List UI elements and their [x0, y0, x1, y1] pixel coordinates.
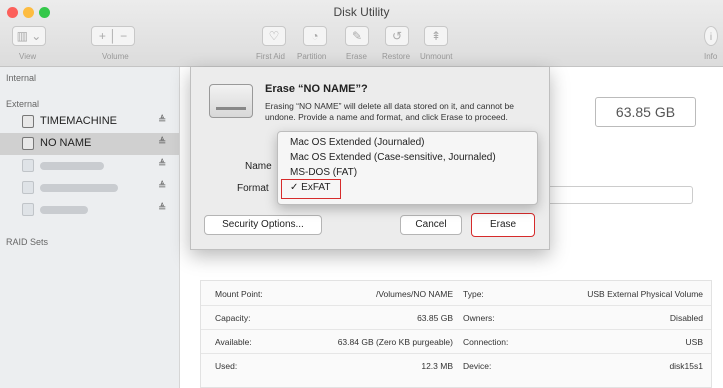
name-label: Name — [245, 161, 272, 172]
sidebar-header-external: External — [6, 99, 40, 109]
table-row: Used: 12.3 MB Device: disk15s1 — [201, 353, 711, 377]
table-row: Mount Point: /Volumes/NO NAME Type: USB … — [201, 281, 711, 306]
restore-icon: ↺ — [391, 29, 403, 43]
info-key: Available: — [215, 337, 252, 347]
erase-toolbar-button[interactable]: ✎ — [345, 26, 369, 46]
info-value: 63.85 GB — [417, 313, 453, 323]
view-button[interactable]: ▥ ⌄ — [12, 26, 46, 46]
blurred-label — [40, 184, 118, 192]
external-disk-icon — [22, 203, 34, 216]
table-row: Available: 63.84 GB (Zero KB purgeable) … — [201, 329, 711, 354]
first-aid-label: First Aid — [256, 52, 285, 61]
table-row: Capacity: 63.85 GB Owners: Disabled — [201, 305, 711, 330]
sidebar-item-blurred[interactable]: ≜ — [0, 155, 179, 177]
eject-icon[interactable]: ≜ — [158, 203, 166, 214]
background-field — [545, 186, 693, 204]
info-label: Info — [704, 52, 718, 61]
info-value: /Volumes/NO NAME — [376, 289, 453, 299]
info-key: Capacity: — [215, 313, 251, 323]
first-aid-button[interactable]: ♡ — [262, 26, 286, 46]
info-key: Type: — [463, 289, 484, 299]
restore-button[interactable]: ↺ — [385, 26, 409, 46]
eject-icon[interactable]: ≜ — [158, 137, 166, 148]
eject-icon[interactable]: ≜ — [158, 115, 166, 126]
external-disk-icon — [22, 137, 34, 150]
eject-icon[interactable]: ≜ — [158, 159, 166, 170]
window-title: Disk Utility — [333, 5, 390, 19]
info-key: Device: — [463, 361, 492, 371]
external-disk-icon — [22, 181, 34, 194]
sidebar-item-blurred[interactable]: ≜ — [0, 199, 179, 221]
partition-label: Partition — [297, 52, 327, 61]
volume-button[interactable]: + │ − — [91, 26, 135, 46]
sidebar-header-internal: Internal — [6, 73, 37, 83]
sidebar-view-icon: ▥ ⌄ — [16, 29, 42, 43]
cancel-button[interactable]: Cancel — [400, 215, 462, 235]
dialog-message: Erasing “NO NAME” will delete all data s… — [265, 101, 514, 122]
partition-icon: ◔ — [311, 29, 319, 43]
format-option-hfs-journaled[interactable]: Mac OS Extended (Journaled) — [290, 137, 425, 148]
unmount-icon: ⇞ — [430, 29, 442, 43]
info-value: 12.3 MB — [421, 361, 453, 371]
volume-label: Volume — [102, 52, 129, 61]
view-label: View — [19, 52, 37, 61]
unmount-label: Unmount — [420, 52, 453, 61]
blurred-label — [40, 162, 104, 170]
info-table: Mount Point: /Volumes/NO NAME Type: USB … — [200, 280, 712, 388]
disk-icon-slot — [216, 107, 246, 110]
window-toolbar: Disk Utility ▥ ⌄ View + │ − Volume ♡ Fir… — [0, 0, 723, 67]
info-key: Used: — [215, 361, 238, 371]
sidebar-item-label: TIMEMACHINE — [40, 115, 117, 127]
info-value: USB External Physical Volume — [587, 289, 703, 299]
capacity-display: 63.85 GB — [595, 97, 696, 127]
unmount-button[interactable]: ⇞ — [424, 26, 448, 46]
sidebar-item-no-name[interactable]: NO NAME ≜ — [0, 133, 179, 155]
sidebar-header-raid: RAID Sets — [6, 237, 49, 247]
restore-label: Restore — [382, 52, 411, 61]
info-button[interactable]: i — [704, 26, 718, 46]
info-icon: i — [709, 32, 713, 43]
sidebar-item-timemachine[interactable]: TIMEMACHINE ≜ — [0, 111, 179, 133]
partition-button[interactable]: ◔ — [303, 26, 327, 46]
info-key: Owners: — [463, 313, 495, 323]
info-value: USB — [685, 337, 703, 347]
security-options-button[interactable]: Security Options... — [204, 215, 322, 235]
sidebar: Internal External TIMEMACHINE ≜ NO NAME … — [0, 67, 180, 388]
blurred-label — [40, 206, 88, 214]
format-label: Format — [237, 183, 269, 194]
eject-icon[interactable]: ≜ — [158, 181, 166, 192]
erase-icon: ✎ — [351, 29, 363, 43]
dialog-title: Erase “NO NAME”? — [265, 83, 368, 95]
info-value: Disabled — [669, 313, 703, 323]
info-value: 63.84 GB (Zero KB purgeable) — [337, 337, 453, 347]
info-key: Mount Point: — [215, 289, 263, 299]
format-option-hfs-case-sensitive[interactable]: Mac OS Extended (Case-sensitive, Journal… — [290, 152, 496, 163]
erase-toolbar-label: Erase — [346, 52, 367, 61]
exfat-highlight — [281, 179, 341, 199]
external-disk-icon — [22, 159, 34, 172]
info-key: Connection: — [463, 337, 509, 347]
external-disk-icon — [22, 115, 34, 128]
info-value: disk15s1 — [669, 361, 703, 371]
add-remove-volume-icon: + │ − — [98, 29, 128, 43]
disk-icon — [209, 84, 253, 118]
sidebar-item-blurred[interactable]: ≜ — [0, 177, 179, 199]
format-option-ms-dos[interactable]: MS-DOS (FAT) — [290, 167, 357, 178]
sidebar-item-label: NO NAME — [40, 137, 92, 149]
stethoscope-icon: ♡ — [268, 29, 280, 43]
erase-button[interactable]: Erase — [471, 213, 535, 237]
